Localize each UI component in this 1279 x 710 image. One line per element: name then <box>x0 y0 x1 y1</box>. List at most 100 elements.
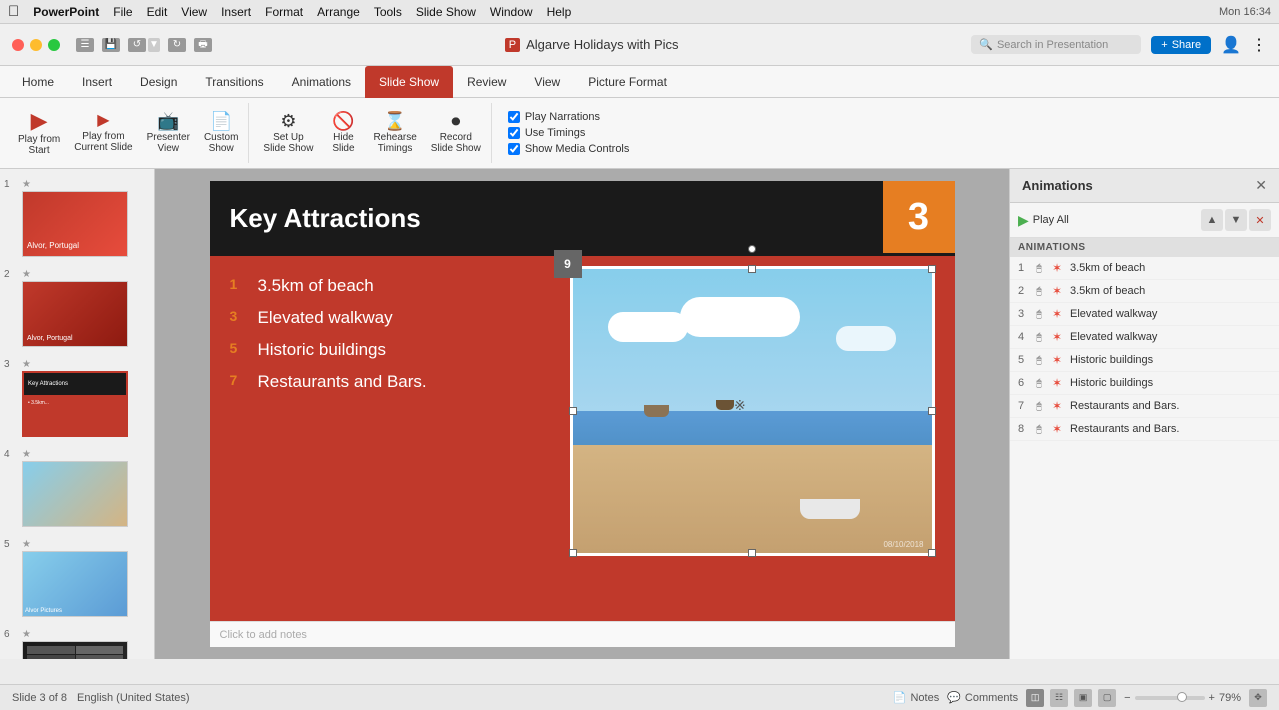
menubar-slideshow[interactable]: Slide Show <box>416 5 476 19</box>
menubar-insert[interactable]: Insert <box>221 5 251 19</box>
save-icon[interactable]: 💾 <box>102 38 120 52</box>
rehearse-timings-button[interactable]: ⌛ RehearseTimings <box>367 105 422 161</box>
anim-move-down-button[interactable]: ▼ <box>1225 209 1247 231</box>
undo-icon[interactable]: ↺ <box>128 38 146 52</box>
menubar-window[interactable]: Window <box>490 5 533 19</box>
account-icon[interactable]: 👤 <box>1221 35 1241 55</box>
slide-img-2[interactable]: Alvor, Portugal <box>22 281 128 347</box>
menubar-arrange[interactable]: Arrange <box>317 5 360 19</box>
zoom-slider[interactable] <box>1135 696 1205 700</box>
play-all-button[interactable]: ▶ Play All <box>1018 212 1069 229</box>
language-info: English (United States) <box>77 692 190 704</box>
slide-img-6[interactable]: Alvar Temperature <box>22 641 128 659</box>
anim-move-up-button[interactable]: ▲ <box>1201 209 1223 231</box>
search-bar[interactable]: 🔍 Search in Presentation <box>971 35 1141 54</box>
tab-home[interactable]: Home <box>8 66 68 98</box>
slide-thumb-4[interactable]: 4 ★ <box>4 443 150 527</box>
share-button[interactable]: + Share <box>1151 36 1211 54</box>
redo-icon[interactable]: ▼ <box>148 38 160 52</box>
menubar-view[interactable]: View <box>181 5 207 19</box>
anim-item-4[interactable]: 4 🖰 ✶ Elevated walkway <box>1010 326 1279 349</box>
slide-thumb-5[interactable]: 5 ★ Alvor Pictures <box>4 533 150 617</box>
apple-menu[interactable]:  <box>8 3 19 20</box>
more-icon[interactable]: ⋮ <box>1251 35 1267 55</box>
slide-image[interactable]: ※ 08/10/2018 <box>570 266 935 556</box>
show-media-input[interactable] <box>508 143 520 155</box>
ribbon-group-play: ▶ Play fromStart ▶ Play fromCurrent Slid… <box>8 103 249 163</box>
fit-slide-icon[interactable]: ✥ <box>1249 689 1267 707</box>
print-icon[interactable]: 🖶 <box>194 38 212 52</box>
tab-design[interactable]: Design <box>126 66 191 98</box>
anim-item-8[interactable]: 8 🖰 ✶ Restaurants and Bars. <box>1010 418 1279 441</box>
play-from-start-button[interactable]: ▶ Play fromStart <box>12 105 66 161</box>
use-timings-input[interactable] <box>508 127 520 139</box>
tab-animations[interactable]: Animations <box>278 66 365 98</box>
hide-label: HideSlide <box>332 132 354 154</box>
slide-img-5[interactable]: Alvor Pictures <box>22 551 128 617</box>
menubar-format[interactable]: Format <box>265 5 303 19</box>
slide-star-2: ★ <box>22 263 128 280</box>
redo-btn[interactable]: ↻ <box>168 38 186 52</box>
hide-slide-button[interactable]: 🚫 HideSlide <box>321 105 365 161</box>
setup-slideshow-button[interactable]: ⚙ Set UpSlide Show <box>257 105 319 161</box>
anim-item-5[interactable]: 5 🖰 ✶ Historic buildings <box>1010 349 1279 372</box>
use-timings-checkbox[interactable]: Use Timings <box>508 127 630 139</box>
presenter-view-icon[interactable]: ▢ <box>1098 689 1116 707</box>
anim-trigger-3: 🖰 <box>1036 309 1048 320</box>
slide-star-6: ★ <box>22 623 128 640</box>
slide-thumb-6[interactable]: 6 ★ Alvar Temperature <box>4 623 150 659</box>
presenter-view-button[interactable]: 📺 PresenterView <box>141 105 196 161</box>
sidebar-toggle-icon[interactable]: ☰ <box>76 38 94 52</box>
dinghy <box>800 499 860 519</box>
tab-insert[interactable]: Insert <box>68 66 126 98</box>
tab-picture-format[interactable]: Picture Format <box>574 66 681 98</box>
play-narrations-input[interactable] <box>508 111 520 123</box>
anim-item-1[interactable]: 1 🖰 ✶ 3.5km of beach <box>1010 257 1279 280</box>
normal-view-icon[interactable]: ◫ <box>1026 689 1044 707</box>
slide-img-1[interactable]: Alvor, Portugal <box>22 191 128 257</box>
comments-button[interactable]: 💬 Comments <box>947 691 1018 704</box>
minimize-button[interactable] <box>30 39 42 51</box>
tab-view[interactable]: View <box>520 66 574 98</box>
reading-view-icon[interactable]: ▣ <box>1074 689 1092 707</box>
zoom-thumb[interactable] <box>1177 692 1187 702</box>
close-button[interactable] <box>12 39 24 51</box>
fullscreen-button[interactable] <box>48 39 60 51</box>
slide-thumb-1[interactable]: 1 ★ Alvor, Portugal <box>4 173 150 257</box>
animations-panel: Animations ✕ ▶ Play All ▲ ▼ ✕ ANIMATIONS… <box>1009 169 1279 659</box>
anim-num-7: 7 <box>1018 400 1032 412</box>
slide-canvas[interactable]: Key Attractions 3 1 3.5km of beach 3 Ele… <box>210 181 955 621</box>
menubar-edit[interactable]: Edit <box>147 5 168 19</box>
animations-close-button[interactable]: ✕ <box>1255 177 1267 194</box>
notes-bar[interactable]: Click to add notes <box>210 621 955 647</box>
record-slideshow-button[interactable]: ⏺ RecordSlide Show <box>425 105 487 161</box>
play-from-current-button[interactable]: ▶ Play fromCurrent Slide <box>68 105 138 161</box>
anim-name-4: Elevated walkway <box>1070 331 1271 343</box>
anim-remove-button[interactable]: ✕ <box>1249 209 1271 231</box>
zoom-minus-icon[interactable]: − <box>1124 692 1130 704</box>
slide-sorter-icon[interactable]: ☷ <box>1050 689 1068 707</box>
anim-item-6[interactable]: 6 🖰 ✶ Historic buildings <box>1010 372 1279 395</box>
anim-item-3[interactable]: 3 🖰 ✶ Elevated walkway <box>1010 303 1279 326</box>
slide-img-3[interactable]: Key Attractions • 3.5km... <box>22 371 128 437</box>
slide-top-bar: Key Attractions 3 <box>210 181 955 256</box>
slide-img-4[interactable] <box>22 461 128 527</box>
menubar-help[interactable]: Help <box>547 5 572 19</box>
menubar-powerpoint[interactable]: PowerPoint <box>33 5 99 19</box>
show-media-checkbox[interactable]: Show Media Controls <box>508 143 630 155</box>
tab-review[interactable]: Review <box>453 66 520 98</box>
tab-slideshow[interactable]: Slide Show <box>365 66 453 98</box>
anim-item-2[interactable]: 2 🖰 ✶ 3.5km of beach <box>1010 280 1279 303</box>
play-narrations-checkbox[interactable]: Play Narrations <box>508 111 630 123</box>
slide-thumb-2[interactable]: 2 ★ Alvor, Portugal <box>4 263 150 347</box>
slide-title: Key Attractions <box>230 203 935 234</box>
anim-item-7[interactable]: 7 🖰 ✶ Restaurants and Bars. <box>1010 395 1279 418</box>
tab-transitions[interactable]: Transitions <box>191 66 277 98</box>
custom-show-button[interactable]: 📄 CustomShow <box>198 105 244 161</box>
zoom-plus-icon[interactable]: + <box>1209 692 1215 704</box>
menubar-file[interactable]: File <box>113 5 132 19</box>
comments-label: Comments <box>965 692 1018 704</box>
slide-thumb-3[interactable]: 3 ★ Key Attractions • 3.5km... <box>4 353 150 437</box>
menubar-tools[interactable]: Tools <box>374 5 402 19</box>
notes-button[interactable]: 📄 Notes <box>893 691 939 704</box>
